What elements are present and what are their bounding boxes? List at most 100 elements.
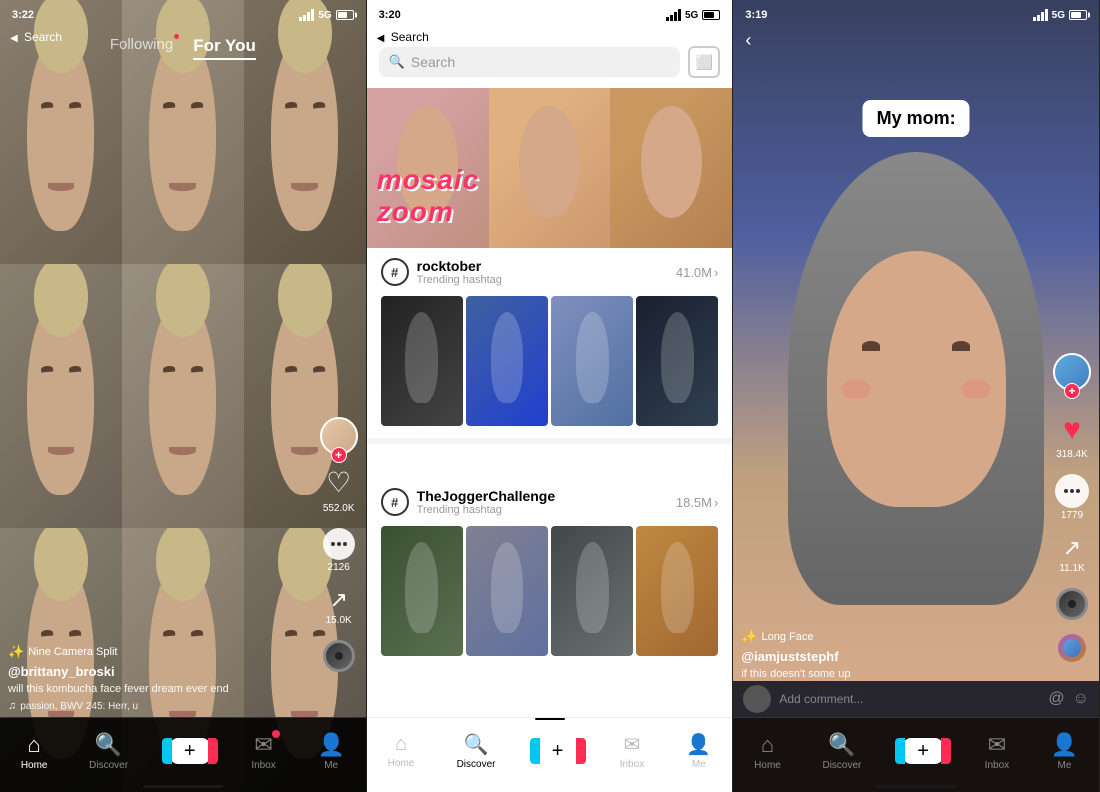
heart-icon-1: ♡ <box>323 469 355 501</box>
hashtag-count-2: 18.5M › <box>676 495 718 510</box>
face-cell-4 <box>0 264 122 528</box>
comment-input-3[interactable]: Add comment... <box>779 692 1040 706</box>
tab-discover-2[interactable]: 🔍 Discover <box>457 732 496 770</box>
tab-me-3[interactable]: 👤 Me <box>1051 732 1078 771</box>
top-nav-1: Following For You <box>0 30 366 66</box>
mosaic-banner[interactable]: mosaic zoom <box>367 88 733 248</box>
search-icon-2: 🔍 <box>389 54 405 70</box>
tab-home-2[interactable]: ⌂ Home <box>388 733 415 769</box>
panel-2: 3:20 5G Search 🔍 Search ⬜ <box>367 0 734 792</box>
like-count-3: 318.4K <box>1056 449 1088 460</box>
mymom-bubble: My mom: <box>863 100 970 137</box>
active-tab-underline-2 <box>535 718 565 720</box>
tab-plus-3[interactable]: + <box>903 738 943 764</box>
inbox-icon-3: ✉ <box>988 732 1006 758</box>
time-1: 3:22 <box>12 9 34 21</box>
battery-icon-1 <box>336 10 354 20</box>
creator-avatar-3[interactable]: + <box>1053 353 1091 391</box>
network-type-3: 5G <box>1052 10 1065 21</box>
comment-count-1: 2126 <box>328 562 350 573</box>
username-3[interactable]: @iamjuststephf <box>741 649 1044 664</box>
tab-inbox-1[interactable]: ✉ Inbox <box>251 732 275 771</box>
following-tab[interactable]: Following <box>110 36 173 60</box>
tab-inbox-2[interactable]: ✉ Inbox <box>620 732 644 770</box>
effect-badge-3: ✨ Long Face <box>741 629 813 645</box>
hashtag-section-1[interactable]: # rocktober Trending hashtag 41.0M › <box>367 248 733 444</box>
discover-icon-3: 🔍 <box>828 732 855 758</box>
face-cell-5 <box>122 264 244 528</box>
status-bar-1: 3:22 5G <box>0 0 366 30</box>
user-avatar-comment-3 <box>743 685 771 713</box>
battery-icon-3 <box>1069 10 1087 20</box>
video-thumb-2-4[interactable] <box>636 526 718 656</box>
inbox-icon-1: ✉ <box>254 732 272 758</box>
video-thumb-2-1[interactable] <box>381 526 463 656</box>
tab-plus-1[interactable]: + <box>170 738 210 764</box>
action-icons-3: + ♥ 318.4K 1779 ↗ 11.1K <box>1053 353 1091 662</box>
foryou-tab[interactable]: For You <box>193 36 256 60</box>
comment-button-1[interactable]: 2126 <box>323 528 355 573</box>
discover-icon-1: 🔍 <box>95 732 122 758</box>
tab-me-1[interactable]: 👤 Me <box>317 732 344 771</box>
comment-bar-3: Add comment... @ ☺ <box>733 681 1099 717</box>
video-thumb-1-4[interactable] <box>636 296 718 426</box>
hashtag-left-2: # TheJoggerChallenge Trending hashtag <box>381 488 555 516</box>
share-button-1[interactable]: ↗ 15.0K <box>326 587 352 626</box>
hashtag-info-2: TheJoggerChallenge Trending hashtag <box>417 488 555 516</box>
video-thumb-1-3[interactable] <box>551 296 633 426</box>
face-3 <box>788 191 1044 585</box>
hashtag-name-1: rocktober <box>417 258 502 274</box>
status-indicators-2: 5G <box>666 9 720 21</box>
search-placeholder-2: Search <box>411 54 455 70</box>
signal-icon-1 <box>299 9 314 21</box>
comment-button-3[interactable]: 1779 <box>1055 474 1089 521</box>
follow-plus-1[interactable]: + <box>331 447 347 463</box>
video-thumb-1-1[interactable] <box>381 296 463 426</box>
tab-inbox-3[interactable]: ✉ Inbox <box>985 732 1009 771</box>
back-search-2[interactable]: Search <box>377 30 429 44</box>
search-input-wrap[interactable]: 🔍 Search <box>379 47 681 77</box>
hashtag-sub-2: Trending hashtag <box>417 504 555 516</box>
face-features-3 <box>827 270 1006 507</box>
tab-me-2[interactable]: 👤 Me <box>686 732 711 770</box>
panel-3: 3:19 5G ‹ <box>733 0 1100 792</box>
effect-badge-1: ✨ Nine Camera Split <box>8 644 117 660</box>
tab-discover-3[interactable]: 🔍 Discover <box>822 732 861 771</box>
home-icon-2: ⌂ <box>395 733 407 756</box>
like-button-3[interactable]: ♥ 318.4K <box>1056 413 1088 460</box>
emoji-icon-3[interactable]: ☺ <box>1073 690 1089 708</box>
tab-discover-1[interactable]: 🔍 Discover <box>89 732 128 771</box>
hashtag-header-2: # TheJoggerChallenge Trending hashtag 18… <box>367 478 733 520</box>
hashtag-count-1: 41.0M › <box>676 265 718 280</box>
tab-plus-2[interactable]: + <box>538 738 578 764</box>
avatar-mini-3 <box>1058 634 1086 662</box>
home-icon-1: ⌂ <box>28 732 41 758</box>
section-divider-1 <box>367 438 733 444</box>
tab-home-1[interactable]: ⌂ Home <box>21 732 48 771</box>
eye-left-3 <box>862 341 880 351</box>
comment-count-3: 1779 <box>1061 510 1083 521</box>
at-icon-3[interactable]: @ <box>1048 690 1064 708</box>
signal-icon-2 <box>666 9 681 21</box>
video-thumb-2-2[interactable] <box>466 526 548 656</box>
like-button-1[interactable]: ♡ 552.0K <box>323 469 355 514</box>
hashtag-section-2[interactable]: # TheJoggerChallenge Trending hashtag 18… <box>367 478 733 668</box>
follow-plus-3[interactable]: + <box>1064 383 1080 399</box>
share-button-3[interactable]: ↗ 11.1K <box>1059 535 1084 574</box>
share-icon-3: ↗ <box>1063 535 1081 561</box>
tab-home-3[interactable]: ⌂ Home <box>754 732 781 771</box>
video-thumb-1-2[interactable] <box>466 296 548 426</box>
eye-right-3 <box>952 341 970 351</box>
music-disc-1 <box>323 640 355 672</box>
network-type-2: 5G <box>685 10 698 21</box>
username-1[interactable]: @brittany_broski <box>8 664 316 679</box>
hashtag-header-1: # rocktober Trending hashtag 41.0M › <box>367 248 733 290</box>
video-thumb-2-3[interactable] <box>551 526 633 656</box>
share-count-3: 11.1K <box>1059 563 1084 574</box>
hashtag-videos-1 <box>367 290 733 438</box>
creator-avatar-1[interactable]: + <box>320 417 358 455</box>
tab-bar-3: ⌂ Home 🔍 Discover + ✉ Inbox 👤 Me <box>733 717 1099 792</box>
inbox-notification-dot-1 <box>272 730 280 738</box>
scan-icon[interactable]: ⬜ <box>688 46 720 78</box>
back-button-3[interactable]: ‹ <box>745 30 751 51</box>
